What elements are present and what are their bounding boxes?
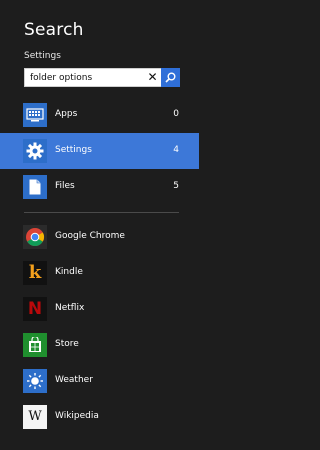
close-icon: ✕: [147, 70, 158, 84]
weather-icon: [23, 369, 47, 393]
app-label: Store: [55, 339, 79, 349]
app-google-chrome[interactable]: Google Chrome: [0, 219, 202, 255]
search-box[interactable]: ✕: [24, 68, 180, 87]
scope-apps-label: Apps: [55, 109, 78, 119]
app-label: Google Chrome: [55, 231, 125, 241]
app-label: Wikipedia: [55, 411, 99, 421]
chrome-icon: [23, 225, 47, 249]
gear-icon: [23, 139, 47, 163]
search-charm: Search Settings ✕ Apps 0: [0, 0, 202, 450]
app-weather[interactable]: Weather: [0, 363, 202, 399]
file-icon: [23, 175, 47, 199]
scope-settings-count: 4: [173, 145, 179, 155]
scope-settings[interactable]: Settings 4: [0, 133, 202, 169]
search-input[interactable]: [25, 69, 148, 86]
app-kindle[interactable]: k Kindle: [0, 255, 202, 291]
app-wikipedia[interactable]: W Wikipedia: [0, 399, 202, 435]
app-label: Netflix: [55, 303, 85, 313]
scope-settings-label: Settings: [55, 145, 92, 155]
apps-icon: [23, 103, 47, 127]
search-scope-label: Settings: [24, 51, 61, 61]
app-netflix[interactable]: N Netflix: [0, 291, 202, 327]
scope-apps[interactable]: Apps 0: [0, 97, 202, 133]
scope-files[interactable]: Files 5: [0, 169, 202, 205]
scope-apps-count: 0: [173, 109, 179, 119]
app-store[interactable]: Store: [0, 327, 202, 363]
store-icon: [23, 333, 47, 357]
scrollbar[interactable]: [199, 0, 202, 450]
kindle-icon: k: [23, 261, 47, 285]
clear-search-button[interactable]: ✕: [144, 69, 161, 86]
wikipedia-icon: W: [23, 405, 47, 429]
netflix-icon: N: [23, 297, 47, 321]
app-label: Weather: [55, 375, 93, 385]
search-button[interactable]: [161, 68, 180, 87]
charm-title: Search: [24, 20, 84, 40]
divider: [24, 212, 179, 213]
scope-files-label: Files: [55, 181, 75, 191]
scope-files-count: 5: [173, 181, 179, 191]
search-icon: [165, 72, 176, 83]
app-label: Kindle: [55, 267, 83, 277]
